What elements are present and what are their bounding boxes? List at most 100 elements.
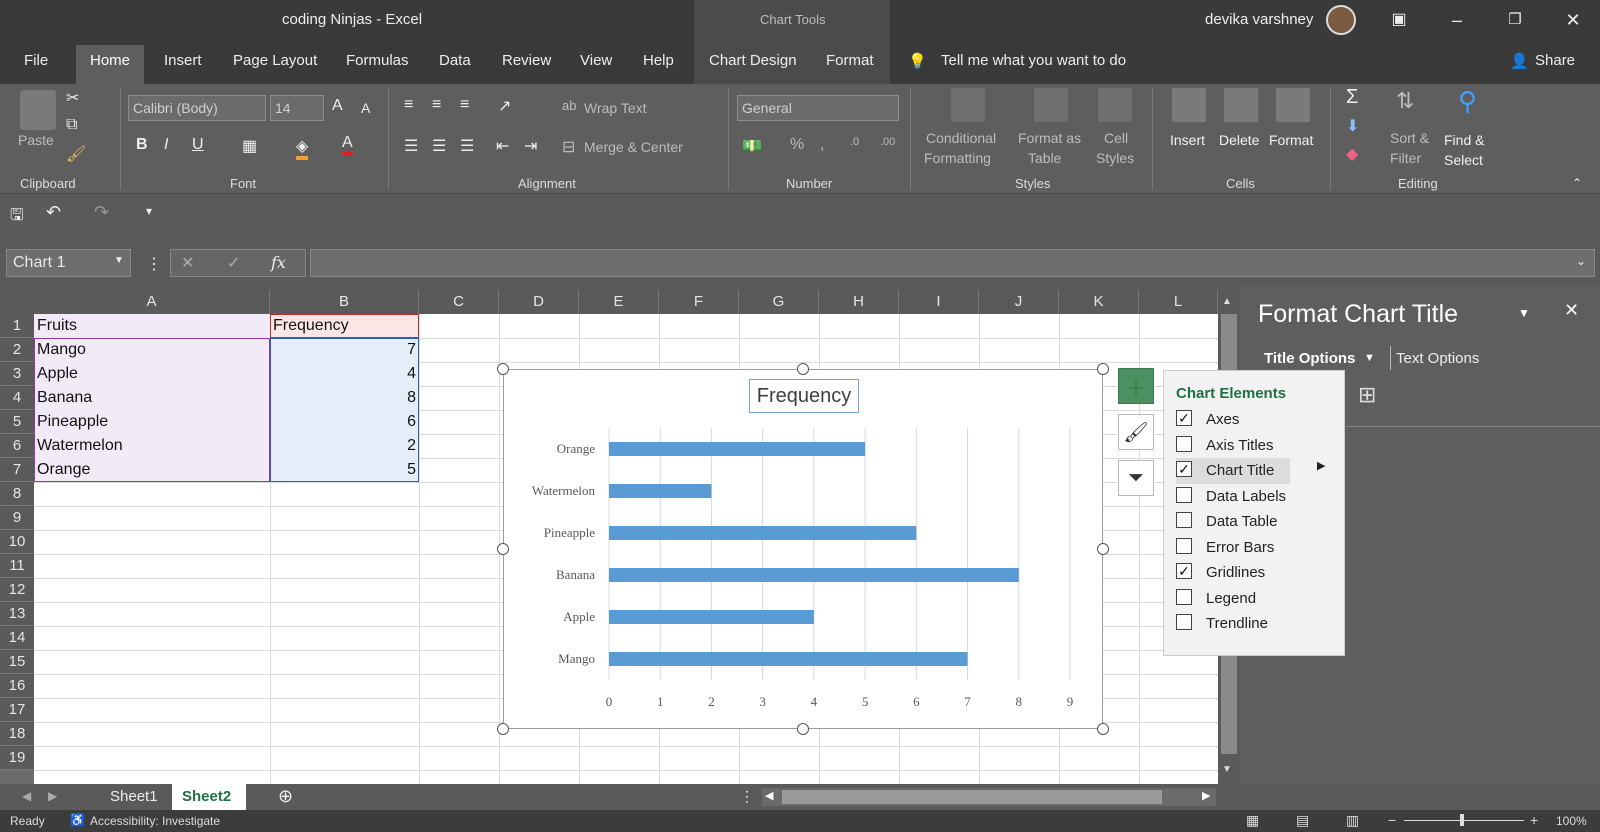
cell-a2[interactable]: Mango — [34, 338, 270, 362]
align-right-icon[interactable]: ☰ — [460, 136, 474, 156]
column-header[interactable]: E — [579, 290, 659, 314]
row-header[interactable]: 14 — [0, 626, 34, 650]
save-icon[interactable]: 🖫 — [10, 204, 24, 231]
insert-cells-icon[interactable] — [1172, 88, 1206, 122]
decrease-indent-icon[interactable]: ⇤ — [496, 136, 509, 156]
paste-button[interactable]: Paste — [18, 132, 54, 148]
resize-handle[interactable] — [497, 543, 509, 555]
row-header[interactable]: 4 — [0, 386, 34, 410]
row-header[interactable]: 9 — [0, 506, 34, 530]
share-icon[interactable]: 👤 — [1510, 52, 1529, 70]
new-sheet-icon[interactable]: ⊕ — [278, 786, 293, 807]
align-bottom-icon[interactable]: ≡ — [460, 96, 469, 114]
checkbox-axis-titles[interactable] — [1176, 435, 1192, 452]
cell-b4[interactable]: 8 — [270, 386, 419, 410]
conditional-formatting-icon[interactable] — [951, 88, 985, 122]
chart-element-data-table[interactable]: Data Table — [1176, 509, 1336, 535]
column-header[interactable]: H — [819, 290, 899, 314]
align-left-icon[interactable]: ☰ — [404, 136, 418, 156]
resize-handle[interactable] — [1097, 723, 1109, 735]
horizontal-scrollbar[interactable]: ◀ ▶ — [762, 788, 1216, 806]
bar-orange[interactable] — [609, 442, 866, 456]
title-options-dropdown-icon[interactable]: ▼ — [1364, 352, 1375, 364]
merge-center-button[interactable]: Merge & Center — [584, 139, 683, 155]
column-header[interactable]: F — [659, 290, 739, 314]
row-header[interactable]: 7 — [0, 458, 34, 482]
bar-apple[interactable] — [609, 610, 814, 624]
row-header[interactable]: 10 — [0, 530, 34, 554]
close-pane-icon[interactable]: ✕ — [1564, 300, 1579, 321]
resize-handle[interactable] — [1097, 543, 1109, 555]
cell-b3[interactable]: 4 — [270, 362, 419, 386]
checkbox-data-labels[interactable] — [1176, 486, 1192, 503]
tab-chart-design[interactable]: Chart Design — [709, 52, 797, 69]
sheet-tab-sheet2[interactable]: Sheet2 — [172, 784, 246, 810]
chart-element-data-labels[interactable]: Data Labels — [1176, 484, 1336, 510]
cell-b5[interactable]: 6 — [270, 410, 419, 434]
cell-a6[interactable]: Watermelon — [34, 434, 270, 458]
tab-page-layout[interactable]: Page Layout — [233, 52, 317, 69]
format-painter-icon[interactable]: 🖌 — [66, 144, 86, 164]
tab-data[interactable]: Data — [439, 52, 471, 69]
chart-element-legend[interactable]: Legend — [1176, 586, 1336, 612]
cell-a4[interactable]: Banana — [34, 386, 270, 410]
cell-b1[interactable]: Frequency — [270, 314, 419, 338]
resize-handle[interactable] — [497, 723, 509, 735]
align-middle-icon[interactable]: ≡ — [432, 96, 441, 114]
align-center-icon[interactable]: ☰ — [432, 136, 446, 156]
normal-view-icon[interactable]: ▦ — [1246, 812, 1259, 829]
tab-insert[interactable]: Insert — [164, 52, 202, 69]
row-header[interactable]: 2 — [0, 338, 34, 362]
size-properties-icon[interactable]: ⊞ — [1358, 382, 1376, 408]
row-header[interactable]: 5 — [0, 410, 34, 434]
more-options-icon[interactable]: ⋮ — [146, 254, 162, 274]
row-header[interactable]: 6 — [0, 434, 34, 458]
sheet-tab-sheet1[interactable]: Sheet1 — [110, 788, 158, 805]
split-handle-icon[interactable]: ⋮ — [740, 788, 754, 805]
bar-mango[interactable] — [609, 652, 968, 666]
row-header[interactable]: 15 — [0, 650, 34, 674]
chart-filters-funnel-icon[interactable]: ⏷ — [1118, 460, 1154, 496]
row-header[interactable]: 1 — [0, 314, 34, 338]
page-break-view-icon[interactable]: ▥ — [1346, 812, 1359, 829]
pane-options-dropdown-icon[interactable]: ▼ — [1518, 306, 1530, 320]
align-top-icon[interactable]: ≡ — [404, 96, 413, 114]
next-sheet-icon[interactable]: ▶ — [48, 789, 57, 803]
cell-styles-line2[interactable]: Styles — [1096, 150, 1134, 166]
page-layout-view-icon[interactable]: ▤ — [1296, 812, 1309, 829]
checkbox-gridlines[interactable]: ✓ — [1176, 563, 1192, 580]
chart-element-trendline[interactable]: Trendline — [1176, 611, 1336, 637]
orientation-icon[interactable]: ↗ — [498, 96, 511, 116]
bar-watermelon[interactable] — [609, 484, 712, 498]
font-size-select[interactable]: 14 — [270, 95, 324, 121]
column-header[interactable]: J — [979, 290, 1059, 314]
minimize-icon[interactable]: – — [1442, 7, 1472, 33]
tab-view[interactable]: View — [580, 52, 612, 69]
resize-handle[interactable] — [1097, 363, 1109, 375]
checkbox-chart-title[interactable]: ✓ — [1176, 461, 1192, 478]
chart-elements-plus-icon[interactable]: ＋ — [1118, 368, 1154, 404]
format-as-table-line2[interactable]: Table — [1028, 150, 1061, 166]
row-header[interactable]: 19 — [0, 746, 34, 770]
increase-font-icon[interactable]: A — [332, 97, 343, 115]
bar-pineapple[interactable] — [609, 526, 917, 540]
row-header[interactable]: 17 — [0, 698, 34, 722]
accessibility-status[interactable]: Accessibility: Investigate — [90, 814, 220, 828]
scroll-up-icon[interactable]: ▲ — [1222, 296, 1232, 307]
chart-styles-brush-icon[interactable]: 🖌 — [1118, 414, 1154, 450]
tab-file[interactable]: File — [24, 52, 48, 69]
cell-a5[interactable]: Pineapple — [34, 410, 270, 434]
cancel-icon[interactable]: ✕ — [181, 253, 194, 273]
tab-text-options[interactable]: Text Options — [1396, 350, 1479, 367]
format-as-table-icon[interactable] — [1034, 88, 1068, 122]
comma-icon[interactable]: , — [820, 136, 824, 154]
checkbox-error-bars[interactable] — [1176, 537, 1192, 554]
column-header[interactable]: D — [499, 290, 579, 314]
cut-icon[interactable]: ✂ — [66, 88, 79, 108]
format-cells-button[interactable]: Format — [1269, 130, 1313, 150]
share-button[interactable]: Share — [1535, 52, 1575, 69]
clear-icon[interactable]: ◆ — [1346, 144, 1358, 164]
tab-help[interactable]: Help — [643, 52, 674, 69]
column-header[interactable]: C — [419, 290, 499, 314]
chart-title-box[interactable]: Frequency — [749, 379, 859, 413]
